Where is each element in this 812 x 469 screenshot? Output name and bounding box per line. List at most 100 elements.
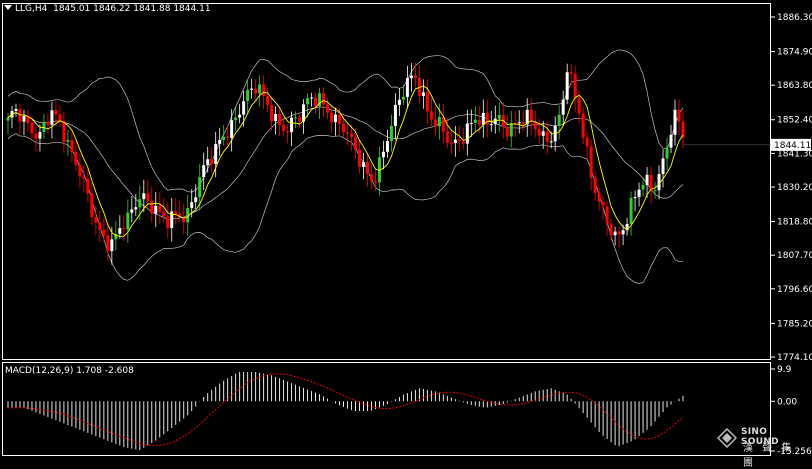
candle-body <box>557 114 561 126</box>
macd-tick-label: 0.00 <box>777 397 797 407</box>
candle-body <box>641 184 645 190</box>
candle-body <box>373 180 377 183</box>
macd-signal-line <box>8 373 684 447</box>
candle-body <box>238 114 242 118</box>
candle-body <box>517 122 521 124</box>
candle-body <box>357 149 361 167</box>
candle-body <box>617 231 621 235</box>
candle-body <box>673 109 677 135</box>
candle-body <box>353 137 357 150</box>
candle-body <box>74 152 78 165</box>
candle-body <box>473 119 477 123</box>
watermark-line2: 漢 聲 集 團 <box>743 443 795 469</box>
candle-body <box>461 141 465 144</box>
candle-body <box>262 84 266 97</box>
sino-sound-watermark: SINO SOUND 漢 聲 集 團 <box>717 425 807 469</box>
price-tick-label: 1863.80 <box>777 81 812 91</box>
candle-body <box>369 173 373 181</box>
candle-body <box>150 200 154 214</box>
candle-body <box>246 89 250 102</box>
candle-body <box>569 72 573 74</box>
candle-body <box>166 216 170 228</box>
candle-body <box>601 201 605 207</box>
candle-body <box>613 231 617 236</box>
diamond-logo-icon <box>717 428 737 448</box>
candle-body <box>549 141 553 143</box>
candle-body <box>250 88 254 90</box>
moving-average-line <box>7 85 684 237</box>
candle-body <box>258 84 262 94</box>
candle-body <box>437 117 441 127</box>
candle-body <box>202 165 206 178</box>
candle-body <box>609 223 613 236</box>
candle-body <box>294 117 298 119</box>
candle-body <box>453 139 457 144</box>
candle-body <box>565 72 569 100</box>
candle-body <box>421 92 425 96</box>
candle-body <box>529 109 533 122</box>
candle-body <box>226 136 230 138</box>
candle-body <box>154 205 158 214</box>
candle-body <box>425 92 429 112</box>
candle-body <box>230 120 234 138</box>
candle-body <box>162 211 166 217</box>
candle-body <box>6 117 10 121</box>
candle-body <box>433 119 437 127</box>
candle-body <box>266 96 270 106</box>
candle-body <box>537 129 541 136</box>
candle-body <box>214 143 218 164</box>
candle-body <box>42 121 46 132</box>
candle-body <box>629 197 633 224</box>
candle-body <box>393 104 397 127</box>
candle-body <box>122 228 126 230</box>
candle-body <box>126 212 130 230</box>
candle-body <box>90 193 94 218</box>
candle-body <box>593 177 597 193</box>
candle-body <box>541 131 545 136</box>
candle-body <box>345 132 349 134</box>
candle-body <box>50 110 54 125</box>
candle-body <box>633 197 637 199</box>
price-tick-label: 1774.10 <box>777 353 812 363</box>
candle-body <box>621 230 625 235</box>
candle-body <box>194 197 198 203</box>
candle-body <box>110 239 114 252</box>
candle-body <box>298 117 302 122</box>
candle-body <box>218 139 222 144</box>
candle-body <box>330 112 334 123</box>
candle-body <box>58 114 62 122</box>
current-price-label: 1844.11 <box>774 141 811 151</box>
candle-body <box>198 177 202 198</box>
candle-body <box>290 117 294 133</box>
candle-body <box>597 192 601 202</box>
candle-body <box>485 112 489 125</box>
price-tick-label: 1818.80 <box>777 218 812 228</box>
candle-body <box>62 121 66 142</box>
candle-body <box>34 133 38 139</box>
candle-body <box>190 202 194 209</box>
candle-body <box>445 131 449 143</box>
candle-body <box>389 126 393 141</box>
candle-body <box>577 98 581 114</box>
candle-body <box>270 105 274 121</box>
candle-body <box>338 114 342 124</box>
candle-body <box>78 164 82 177</box>
candle-body <box>585 137 589 147</box>
candle-body <box>130 209 134 213</box>
price-chart[interactable]: 1886.30 1874.90 1863.80 1852.40 1841.30 1830.… <box>0 0 812 460</box>
candle-body <box>481 112 485 125</box>
candle-body <box>381 151 385 158</box>
candle-body <box>397 99 401 105</box>
candle-body <box>409 75 413 79</box>
candle-body <box>30 122 34 134</box>
candle-body <box>521 122 525 125</box>
candle-body <box>653 190 657 192</box>
candle-body <box>581 113 585 138</box>
candle-body <box>310 97 314 99</box>
candle-body <box>469 122 473 124</box>
candle-body <box>82 176 86 179</box>
candle-body <box>86 178 90 194</box>
price-tick-label: 1852.40 <box>777 116 812 126</box>
candle-body <box>206 159 210 166</box>
candle-body <box>561 99 565 115</box>
